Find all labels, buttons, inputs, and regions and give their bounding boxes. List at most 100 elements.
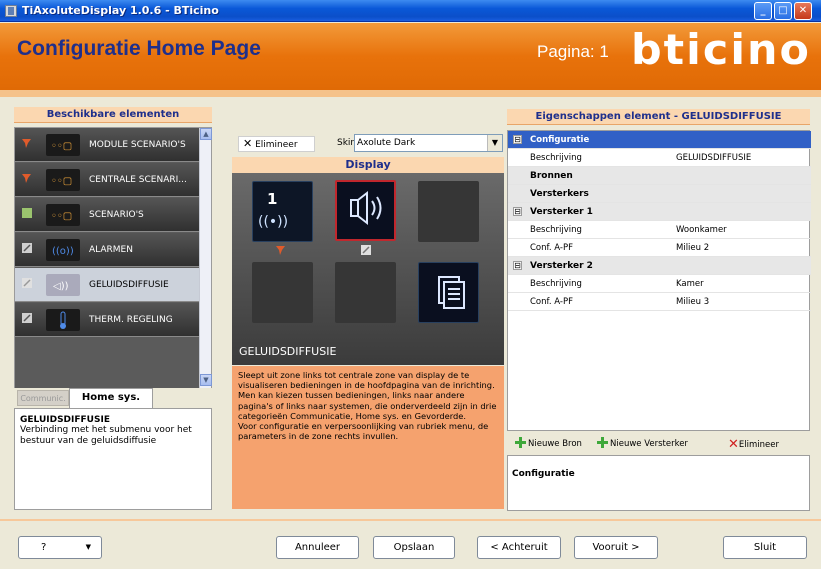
eliminate-property-button[interactable]: ✕Elimineer (728, 437, 779, 452)
eliminate-button[interactable]: ✕ Elimineer (238, 136, 315, 152)
tree-row-property[interactable]: Conf. A-PF Milieu 3 (508, 293, 811, 311)
display-slot-empty[interactable] (252, 262, 313, 323)
tree-row-property[interactable]: Conf. A-PF Milieu 2 (508, 239, 811, 257)
info-text: Sleept uit zone links tot centrale zone … (238, 370, 497, 442)
property-key: Configuratie (530, 135, 590, 145)
category-label: Versterkers (530, 189, 589, 199)
tab-home-sys[interactable]: Home sys. (69, 388, 153, 408)
bticino-logo: bticino (631, 29, 811, 69)
list-item-label: GELUIDSDIFFUSIE (89, 280, 169, 290)
list-item-label: SCENARIO'S (89, 210, 144, 220)
help-label: ? (41, 542, 47, 553)
list-item-thermal-regulation[interactable]: THERM. REGELING (15, 303, 200, 337)
property-help-box: Configuratie (507, 455, 810, 511)
new-source-button[interactable]: Nieuwe Bron (515, 437, 582, 449)
collapse-icon[interactable]: ⊟ (513, 207, 522, 216)
list-item-scenarios[interactable]: ◦◦▢ SCENARIO'S (15, 198, 200, 232)
footer-divider (0, 519, 821, 521)
collapse-icon[interactable]: ⊟ (513, 135, 522, 144)
tree-row-category[interactable]: Bronnen (508, 167, 811, 185)
tab-communication[interactable]: Communic. (17, 390, 69, 406)
forward-button[interactable]: Vooruit > (574, 536, 658, 559)
list-item-module-scenarios[interactable]: ◦◦▢ MODULE SCENARIO'S (15, 128, 200, 162)
property-value[interactable]: Milieu 3 (676, 297, 709, 307)
tree-row-versterker-2[interactable]: ⊟ Versterker 2 (508, 257, 811, 275)
page-number-label: Pagina: 1 (537, 42, 609, 61)
svg-text:◦◦▢: ◦◦▢ (51, 211, 72, 222)
tree-row-category[interactable]: Versterkers (508, 185, 811, 203)
property-value[interactable]: Milieu 2 (676, 243, 709, 253)
properties-tree[interactable]: ⊟ Configuratie Beschrijving GELUIDSDIFFU… (507, 130, 811, 431)
property-key: Conf. A-PF (530, 243, 574, 253)
scroll-up-icon[interactable]: ▲ (200, 128, 212, 140)
tree-row-property[interactable]: Beschrijving GELUIDSDIFFUSIE (508, 149, 811, 167)
new-source-label: Nieuwe Bron (528, 439, 582, 449)
property-key: Beschrijving (530, 279, 582, 289)
help-dropdown[interactable]: ? ▼ (18, 536, 102, 559)
scenario-module-icon: ◦◦▢ (46, 134, 80, 156)
page-title: Configuratie Home Page (17, 37, 261, 60)
window-title: TiAxoluteDisplay 1.0.6 - BTicino (22, 4, 219, 17)
back-button[interactable]: < Achteruit (477, 536, 561, 559)
svg-text:◁)): ◁)) (53, 281, 69, 292)
display-slot-empty[interactable] (418, 181, 479, 242)
display-slot-sound[interactable] (335, 180, 396, 241)
property-help-title: Configuratie (512, 469, 575, 479)
close-window-button[interactable]: ✕ (794, 2, 812, 20)
list-item-label: CENTRALE SCENARI... (89, 175, 187, 185)
minimize-button[interactable]: _ (754, 2, 772, 20)
element-properties-header: Eigenschappen element - GELUIDSDIFFUSIE (507, 109, 810, 125)
wand-icon (276, 246, 285, 255)
pencil-icon (22, 313, 32, 323)
tree-row-versterker-1[interactable]: ⊟ Versterker 1 (508, 203, 811, 221)
skin-label: Skir (337, 138, 355, 148)
available-elements-header: Beschikbare elementen (14, 107, 212, 123)
skin-select[interactable]: Axolute Dark ▼ (354, 134, 503, 152)
description-title: GELUIDSDIFFUSIE (20, 415, 110, 425)
scroll-down-icon[interactable]: ▼ (200, 374, 212, 386)
list-item-alarms[interactable]: ((o)) ALARMEN (15, 233, 200, 267)
eliminate-property-label: Elimineer (738, 440, 779, 450)
slot-number: 1 (267, 190, 277, 208)
display-header: Display (232, 157, 504, 173)
property-key: Conf. A-PF (530, 297, 574, 307)
collapse-icon[interactable]: ⊟ (513, 261, 522, 270)
tree-row-property[interactable]: Beschrijving Kamer (508, 275, 811, 293)
description-text: Verbinding met het submenu voor het best… (20, 425, 192, 446)
central-scenario-icon: ◦◦▢ (46, 169, 80, 191)
property-value[interactable]: GELUIDSDIFFUSIE (676, 153, 751, 163)
tree-row-property[interactable]: Beschrijving Woonkamer (508, 221, 811, 239)
plus-icon (597, 437, 608, 448)
document-icon (22, 208, 32, 218)
svg-text:◦◦▢: ◦◦▢ (51, 176, 72, 187)
category-label: Versterker 2 (530, 261, 593, 271)
available-elements-list[interactable]: ◦◦▢ MODULE SCENARIO'S ◦◦▢ CENTRALE SCENA… (14, 127, 212, 389)
svg-text:((•)): ((•)) (258, 214, 288, 230)
chevron-down-icon[interactable]: ▼ (487, 135, 502, 151)
plus-icon (515, 437, 526, 448)
pencil-icon (22, 278, 32, 288)
display-slot-pages[interactable] (418, 262, 479, 323)
property-value[interactable]: Kamer (676, 279, 704, 289)
category-label: Versterker 1 (530, 207, 593, 217)
cancel-button[interactable]: Annuleer (276, 536, 359, 559)
display-slot-alarms[interactable]: 1 ((•)) (252, 181, 313, 242)
new-amplifier-button[interactable]: Nieuwe Versterker (597, 437, 688, 449)
header-divider (0, 90, 821, 97)
maximize-button[interactable]: □ (774, 2, 792, 20)
logo-text: bticino (631, 29, 811, 69)
display-slot-empty[interactable] (335, 262, 396, 323)
display-element-label: GELUIDSDIFFUSIE (239, 345, 337, 358)
pencil-icon (22, 243, 32, 253)
property-value[interactable]: Woonkamer (676, 225, 727, 235)
alarm-icon: ((o)) (46, 239, 80, 261)
tree-row-configuratie[interactable]: ⊟ Configuratie (508, 131, 811, 149)
list-scrollbar[interactable]: ▲ ▼ (199, 128, 212, 388)
save-button[interactable]: Opslaan (373, 536, 455, 559)
app-icon[interactable] (5, 5, 17, 17)
category-label: Bronnen (530, 171, 573, 181)
close-button[interactable]: Sluit (723, 536, 807, 559)
element-description-box: GELUIDSDIFFUSIE Verbinding met het subme… (14, 408, 212, 510)
list-item-central-scenarios[interactable]: ◦◦▢ CENTRALE SCENARI... (15, 163, 200, 197)
list-item-sound-diffusion[interactable]: ◁)) GELUIDSDIFFUSIE (15, 268, 200, 302)
